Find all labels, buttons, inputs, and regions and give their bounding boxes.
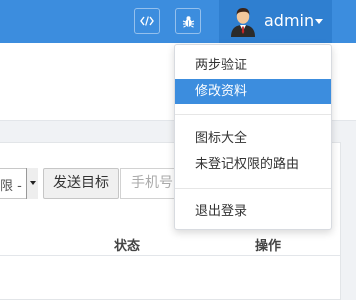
menu-item-unregistered-routes[interactable]: 未登记权限的路由 — [175, 152, 331, 177]
user-dropdown-menu: 两步验证 修改资料 图标大全 未登记权限的路由 退出登录 — [174, 44, 332, 230]
bug-button[interactable] — [175, 8, 201, 34]
top-header: admin — [0, 0, 356, 43]
select-dropdown-arrow-icon[interactable] — [26, 168, 38, 199]
code-button[interactable] — [134, 8, 160, 34]
column-header-status: 状态 — [114, 239, 141, 254]
menu-divider — [175, 188, 331, 189]
column-header-action: 操作 — [255, 239, 282, 254]
phone-input[interactable]: 手机号 — [120, 168, 180, 199]
avatar — [231, 8, 255, 37]
menu-item-icon-gallery[interactable]: 图标大全 — [175, 126, 331, 151]
menu-item-logout[interactable]: 退出登录 — [175, 199, 331, 224]
code-icon — [140, 16, 154, 26]
bug-icon — [182, 15, 194, 28]
send-target-button[interactable]: 发送目标 — [43, 168, 119, 199]
menu-divider — [175, 114, 331, 115]
chevron-down-icon — [315, 19, 323, 24]
menu-item-two-step-verification[interactable]: 两步验证 — [175, 53, 331, 78]
table-header-divider — [0, 255, 340, 256]
username: admin — [264, 11, 315, 30]
user-menu-toggle[interactable]: admin — [219, 0, 332, 43]
menu-item-edit-profile[interactable]: 修改资料 — [175, 79, 331, 104]
